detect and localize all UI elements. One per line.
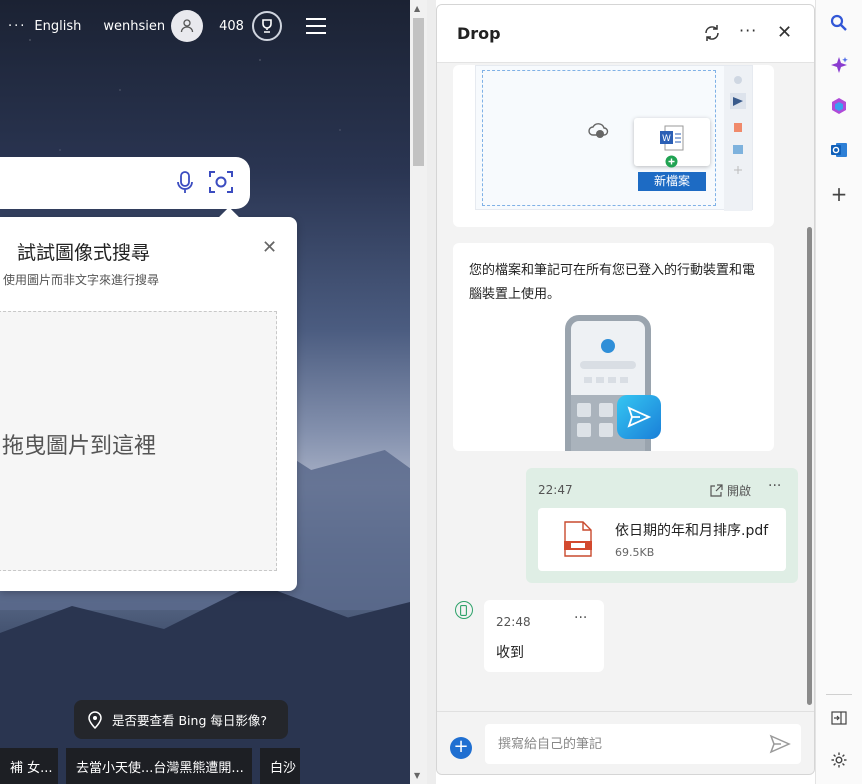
drop-footer: + — [437, 711, 814, 774]
drop-zone-text: 拖曳圖片到這裡 — [2, 434, 157, 459]
news-card[interactable]: 去當小天使...台灣黑熊遭開... — [66, 748, 252, 784]
file-size: 69.5KB — [615, 546, 655, 559]
sidebar-divider — [826, 694, 852, 695]
add-green-icon — [665, 155, 678, 168]
sync-icon[interactable] — [703, 24, 721, 42]
bing-background: ··· English wenhsien 408 試試圖像式搜尋 ✕ 使用圖片而… — [0, 0, 410, 784]
intro-card-upload: W 新檔案 — [453, 65, 774, 227]
message-more-icon[interactable]: ··· — [768, 478, 781, 494]
open-file-button[interactable]: 開啟 — [710, 482, 751, 499]
page-scrollbar[interactable]: ▲ ▼ — [410, 0, 427, 784]
intro-card-sync: 您的檔案和筆記可在所有您已登入的行動裝置和電腦裝置上使用。 — [453, 243, 774, 451]
open-external-icon — [710, 484, 723, 497]
file-name: 依日期的年和月排序.pdf — [615, 523, 769, 539]
word-file-icon: W — [660, 125, 684, 151]
file-attachment[interactable]: 依日期的年和月排序.pdf 69.5KB — [538, 508, 786, 571]
search-icon[interactable] — [829, 13, 849, 33]
upload-illustration: W 新檔案 — [475, 65, 753, 211]
message-time: 22:47 — [538, 483, 573, 497]
rewards-trophy-icon[interactable] — [251, 11, 282, 41]
hide-sidebar-icon[interactable] — [829, 708, 849, 728]
scroll-up-arrow-icon[interactable]: ▲ — [414, 4, 420, 13]
scroll-down-arrow-icon[interactable]: ▼ — [414, 771, 420, 780]
daily-image-text: 是否要查看 Bing 每日影像? — [112, 713, 267, 728]
message-text: 收到 — [496, 645, 524, 661]
search-box[interactable] — [0, 157, 250, 209]
add-icon[interactable]: + — [829, 182, 849, 206]
mobile-device-icon — [455, 601, 473, 619]
bing-topbar: ··· English wenhsien 408 — [8, 10, 326, 42]
username-link[interactable]: wenhsien — [103, 19, 165, 34]
edge-sidebar: + — [815, 0, 862, 784]
news-card[interactable]: 白沙 — [260, 748, 300, 784]
visual-search-subtitle: 使用圖片而非文字來進行搜尋 — [3, 273, 160, 287]
image-drop-zone[interactable]: 拖曳圖片到這裡 — [0, 311, 277, 571]
person-icon — [180, 19, 194, 33]
avatar[interactable] — [171, 10, 204, 42]
scrollbar-thumb[interactable] — [413, 18, 424, 166]
received-message[interactable]: 22:48 ··· 收到 — [484, 600, 604, 672]
illustration-sidebar — [724, 66, 752, 211]
news-title: 補 女... — [10, 760, 53, 776]
copilot-sparkle-icon[interactable] — [829, 55, 849, 75]
visual-search-title: 試試圖像式搜尋 — [17, 242, 151, 264]
news-card[interactable]: 補 女... — [0, 748, 58, 784]
sent-message[interactable]: 22:47 開啟 ··· 依日期的年和月排序.pdf 69.5KB — [526, 468, 798, 583]
message-more-icon[interactable]: ··· — [574, 610, 587, 626]
microsoft-365-icon[interactable] — [829, 96, 849, 116]
more-dots[interactable]: ··· — [8, 19, 26, 34]
send-note-icon[interactable] — [769, 734, 791, 754]
add-attachment-button[interactable]: + — [450, 737, 472, 759]
drop-header: Drop ··· ✕ — [437, 5, 814, 63]
more-options-icon[interactable]: ··· — [739, 21, 757, 40]
news-title: 白沙 — [270, 760, 297, 776]
file-card: W — [634, 118, 710, 168]
menu-hamburger-icon[interactable] — [305, 18, 326, 34]
open-label: 開啟 — [727, 484, 752, 498]
svg-text:W: W — [662, 134, 671, 144]
rewards-points[interactable]: 408 — [219, 19, 244, 34]
drop-scrollbar-thumb[interactable] — [807, 227, 812, 705]
new-file-badge: 新檔案 — [638, 172, 706, 191]
news-title: 去當小天使...台灣黑熊遭開... — [76, 760, 244, 776]
daily-image-prompt[interactable]: 是否要查看 Bing 每日影像? — [74, 700, 288, 739]
send-icon-illustration — [617, 395, 661, 439]
sync-info-text: 您的檔案和筆記可在所有您已登入的行動裝置和電腦裝置上使用。 — [469, 263, 756, 302]
pane-divider — [427, 0, 436, 784]
pdf-file-icon — [564, 521, 592, 557]
close-icon[interactable]: ✕ — [777, 22, 792, 43]
visual-search-icon[interactable] — [208, 169, 234, 195]
language-link[interactable]: English — [34, 19, 81, 34]
message-time: 22:48 — [496, 615, 531, 629]
note-input[interactable] — [485, 724, 801, 764]
cloud-upload-icon — [588, 123, 609, 138]
visual-search-card: 試試圖像式搜尋 ✕ 使用圖片而非文字來進行搜尋 拖曳圖片到這裡 — [0, 207, 297, 591]
location-pin-icon — [88, 710, 102, 729]
outlook-icon[interactable] — [829, 140, 849, 160]
drop-panel: Drop ··· ✕ W 新檔案 您的檔案和筆記可在所有您已登入的行動裝置和電腦… — [436, 4, 815, 775]
close-icon[interactable]: ✕ — [262, 237, 277, 258]
drop-title: Drop — [457, 24, 501, 43]
settings-gear-icon[interactable] — [829, 750, 849, 770]
microphone-icon[interactable] — [176, 171, 194, 195]
